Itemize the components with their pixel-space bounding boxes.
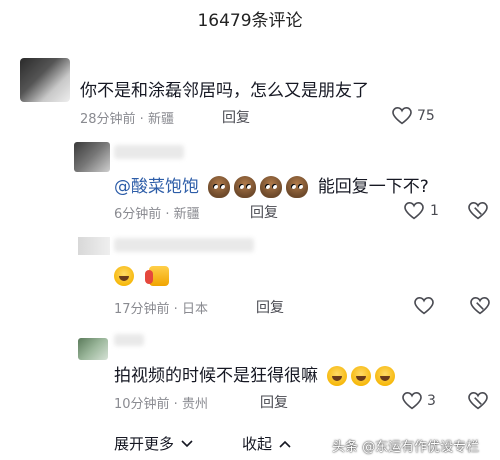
avatar[interactable] xyxy=(20,58,70,102)
laugh-cry-emoji xyxy=(351,366,372,386)
poop-emoji xyxy=(260,176,283,198)
comment-time-location: 10分钟前 · 贵州 xyxy=(114,397,208,412)
comment-text: 你不是和涂磊邻居吗，怎么又是朋友了 xyxy=(80,81,369,101)
chevron-up-icon xyxy=(279,440,291,448)
heart-outline-icon[interactable] xyxy=(404,202,424,220)
laugh-cry-emoji xyxy=(114,266,134,286)
poop-emoji xyxy=(286,176,309,198)
comment-text-body: 拍视频的时候不是狂得很嘛 xyxy=(114,366,318,386)
heart-outline-icon[interactable] xyxy=(414,297,434,315)
reply-button[interactable]: 回复 xyxy=(256,297,284,317)
comment-time-location: 17分钟前 · 日本 xyxy=(114,302,208,317)
expand-more-label: 展开更多 xyxy=(114,435,175,453)
avatar[interactable] xyxy=(78,338,108,360)
emoji-group xyxy=(327,366,396,386)
comments-count-title: 16479条评论 xyxy=(197,11,303,31)
emoji-group xyxy=(114,266,170,290)
comment-time-location: 6分钟前 · 新疆 xyxy=(114,207,200,222)
dislike-outline-icon[interactable] xyxy=(468,202,488,220)
dislike-outline-icon[interactable] xyxy=(470,297,490,315)
blurred-username xyxy=(114,145,184,159)
comment-text: 拍视频的时候不是狂得很嘛 xyxy=(114,361,399,386)
thumbs-up-emoji xyxy=(145,266,170,286)
collapse-label: 收起 xyxy=(242,435,273,453)
comment-time-location: 28分钟前 · 新疆 xyxy=(80,112,174,127)
comment-text-after: 能回复一下不? xyxy=(317,177,429,197)
reply-button[interactable]: 回复 xyxy=(260,392,288,412)
avatar[interactable] xyxy=(78,237,110,255)
reply-button[interactable]: 回复 xyxy=(250,202,278,222)
watermark: 头条 @东运有作优设专栏 xyxy=(332,440,480,455)
heart-outline-icon[interactable] xyxy=(402,392,422,410)
blurred-username xyxy=(114,334,144,346)
reply-button[interactable]: 回复 xyxy=(222,107,250,127)
laugh-cry-emoji xyxy=(327,366,348,386)
like-count: 75 xyxy=(417,108,435,124)
collapse-button[interactable]: 收起 xyxy=(242,433,291,454)
like-count: 3 xyxy=(427,393,436,409)
dislike-outline-icon[interactable] xyxy=(468,392,488,410)
emoji-group xyxy=(208,176,309,198)
chevron-down-icon xyxy=(181,440,193,448)
like-count: 1 xyxy=(430,203,439,219)
poop-emoji xyxy=(208,176,231,198)
mention-link[interactable]: @酸菜饱饱 xyxy=(114,177,199,197)
laugh-cry-emoji xyxy=(375,366,396,386)
blurred-username xyxy=(114,238,254,252)
heart-outline-icon[interactable] xyxy=(392,107,412,125)
poop-emoji xyxy=(234,176,257,198)
expand-more-button[interactable]: 展开更多 xyxy=(114,433,193,454)
avatar[interactable] xyxy=(74,142,110,172)
comment-text: @酸菜饱饱 能回复一下不? xyxy=(114,172,429,198)
